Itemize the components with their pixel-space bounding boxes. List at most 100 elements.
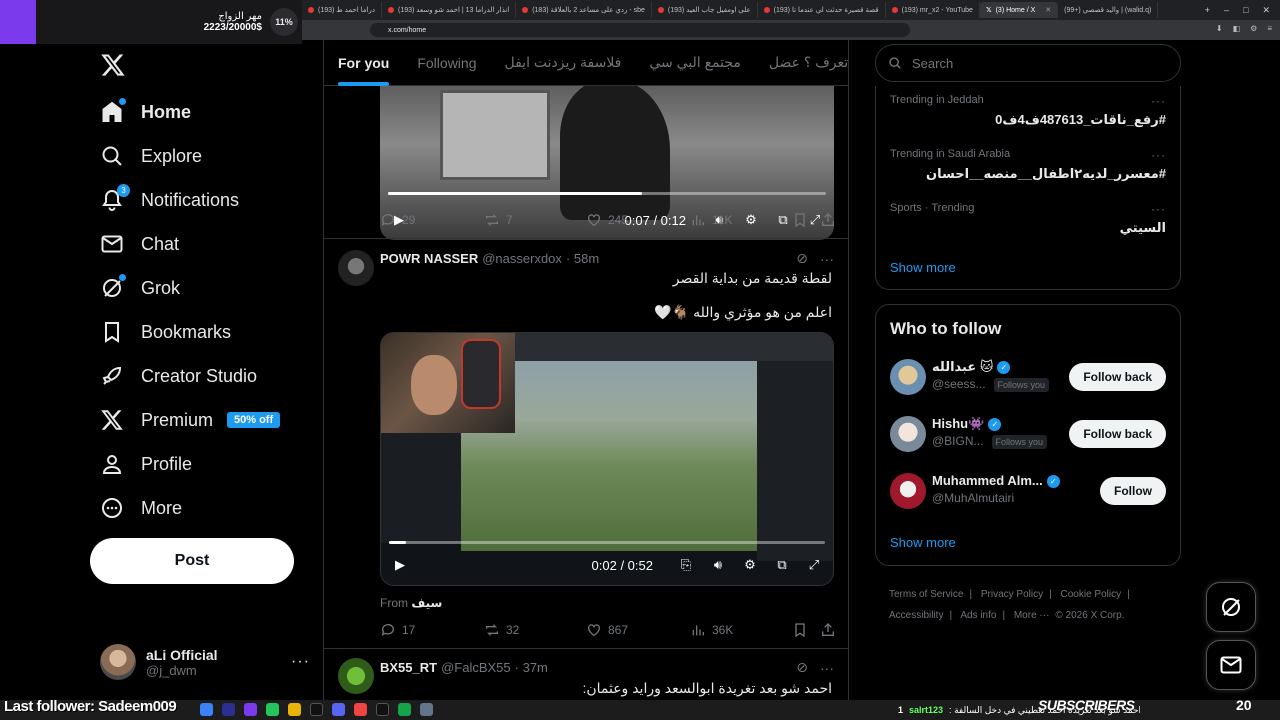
x-logo-icon[interactable] xyxy=(100,52,126,78)
reply-button[interactable]: 29 xyxy=(380,212,484,228)
browser-tab[interactable]: (193) دراما احمد ط xyxy=(302,2,382,18)
reply-button[interactable]: 17 xyxy=(380,622,484,638)
nav-profile[interactable]: Profile xyxy=(100,444,192,484)
new-tab-icon[interactable]: + xyxy=(1205,5,1210,16)
app-icon[interactable] xyxy=(244,703,257,716)
grok-icon[interactable]: ⊘ xyxy=(796,250,808,267)
browser-tab[interactable]: (193) قصة قصيرة حدثت لي عندما تا xyxy=(758,2,886,18)
more-dots-icon[interactable]: ··· xyxy=(1151,94,1166,108)
like-button[interactable]: 867 xyxy=(586,622,690,638)
close-window-icon[interactable]: ✕ xyxy=(1262,5,1270,16)
app-icon[interactable] xyxy=(398,703,411,716)
app-icon[interactable] xyxy=(420,703,433,716)
nav-grok[interactable]: Grok xyxy=(100,268,180,308)
settings-icon[interactable]: ⚙ xyxy=(1250,24,1257,33)
terminal-icon[interactable] xyxy=(376,703,389,716)
video-progress-bar[interactable] xyxy=(388,192,826,195)
maximize-icon[interactable]: □ xyxy=(1243,5,1248,16)
nav-chat[interactable]: Chat xyxy=(100,224,179,264)
discord-icon[interactable] xyxy=(332,703,345,716)
browser-tab[interactable]: (193) على اومفيل جاب العيد xyxy=(652,2,758,18)
browser-tab[interactable]: (193) انذار الدراما 13 | احمد شو وسعد xyxy=(382,2,517,18)
trend-item[interactable]: Trending in Saudi Arabia #معسرر_لديه٢اطف… xyxy=(890,148,1166,182)
author-name[interactable]: POWR NASSER xyxy=(380,251,478,266)
whatsapp-icon[interactable] xyxy=(266,703,279,716)
follow-suggestion[interactable]: عبدالله 🐱 ✓ @seess... Follows you Follow b… xyxy=(890,357,1166,397)
grok-fab-button[interactable] xyxy=(1206,582,1256,632)
trend-item[interactable]: Trending in Jeddah #رفع_ناقات_487613ف4ف0… xyxy=(890,94,1166,128)
chrome-icon[interactable] xyxy=(288,703,301,716)
tab-for-you[interactable]: For you xyxy=(324,40,403,86)
more-dots-icon[interactable]: ··· xyxy=(1151,148,1166,162)
share-button[interactable] xyxy=(820,212,836,228)
nav-creator-studio[interactable]: Creator Studio xyxy=(100,356,257,396)
volume-icon[interactable]: 🔊︎ xyxy=(709,556,727,574)
from-name[interactable]: سيف xyxy=(411,596,442,610)
tab-following[interactable]: Following xyxy=(403,40,490,86)
more-dots-icon[interactable]: ··· xyxy=(820,660,834,676)
follow-suggestion[interactable]: Hishu👾 ✓ @BIGN... Follows you Follow back xyxy=(890,414,1166,454)
video-player[interactable]: ▶ 0:02 / 0:52 ⎘ 🔊︎ ⚙ ⧉ ⤢ xyxy=(380,332,834,586)
nav-premium[interactable]: Premium 50% off xyxy=(100,400,281,440)
author-name[interactable]: BX55_RT xyxy=(380,660,437,675)
app-icon[interactable] xyxy=(310,703,323,716)
more-dots-icon[interactable]: ··· xyxy=(1151,202,1166,216)
views-button[interactable]: 36K xyxy=(690,622,792,638)
brave-icon[interactable] xyxy=(354,703,367,716)
avatar[interactable] xyxy=(338,658,374,694)
download-icon[interactable]: ⬇ xyxy=(1216,24,1223,33)
pip-icon[interactable]: ⧉ xyxy=(773,556,791,574)
browser-tab-active[interactable]: 𝕏 (3) Home / X ✕ xyxy=(979,2,1059,18)
minimize-icon[interactable]: – xyxy=(1224,5,1229,16)
premiere-icon[interactable] xyxy=(222,703,235,716)
nav-more[interactable]: More xyxy=(100,488,182,528)
footer-link[interactable]: Cookie Policy xyxy=(1061,589,1122,600)
repost-button[interactable]: 32 xyxy=(484,622,586,638)
settings-icon[interactable]: ⚙ xyxy=(741,556,759,574)
nav-notifications[interactable]: 3 Notifications xyxy=(100,180,239,220)
footer-link[interactable]: More ··· xyxy=(1014,610,1050,621)
browser-tab[interactable]: (99+) واليد قصصي | (walid.q) xyxy=(1058,2,1159,18)
play-icon[interactable]: ▶ xyxy=(391,556,409,574)
follow-button[interactable]: Follow xyxy=(1100,477,1166,505)
footer-link[interactable]: Privacy Policy xyxy=(981,589,1043,600)
nav-explore[interactable]: Explore xyxy=(100,136,202,176)
footer-link[interactable]: Terms of Service xyxy=(889,589,963,600)
bookmark-button[interactable] xyxy=(792,212,820,228)
views-button[interactable]: 11K xyxy=(690,212,792,228)
close-tab-icon[interactable]: ✕ xyxy=(1045,6,1051,14)
more-dots-icon[interactable]: ··· xyxy=(820,251,834,267)
tab-community[interactable]: هنا راح تعرف ؟ عضل xyxy=(755,40,848,86)
messages-fab-button[interactable] xyxy=(1206,640,1256,690)
tweet-time[interactable]: · 37m xyxy=(515,660,548,675)
browser-tab[interactable]: (193) mr_x2 - YouTube xyxy=(886,2,980,18)
account-switcher[interactable]: aLi Official @j_dwm ··· xyxy=(100,642,310,682)
grok-icon[interactable]: ⊘ xyxy=(796,659,808,676)
footer-link[interactable]: Accessibility xyxy=(889,610,943,621)
avatar[interactable] xyxy=(338,250,374,286)
more-dots-icon[interactable]: ··· xyxy=(291,653,310,671)
show-more-link[interactable]: Show more xyxy=(890,535,956,550)
footer-link[interactable]: Ads info xyxy=(960,610,996,621)
folder-icon[interactable] xyxy=(200,703,213,716)
show-more-link[interactable]: Show more xyxy=(890,260,956,275)
post-button[interactable]: Post xyxy=(90,538,294,584)
nav-home[interactable]: Home xyxy=(100,92,191,132)
repost-button[interactable]: 7 xyxy=(484,212,586,228)
menu-icon[interactable]: ≡ xyxy=(1267,24,1272,33)
bookmark-button[interactable] xyxy=(792,622,820,638)
video-progress-bar[interactable] xyxy=(389,541,825,544)
follow-back-button[interactable]: Follow back xyxy=(1069,363,1166,391)
browser-tab[interactable]: (183) ردي على مساعد 2 بالعلاقة - sbe xyxy=(516,2,652,18)
tab-community[interactable]: فلاسفة ريزدنت ايفل xyxy=(490,40,635,86)
share-button[interactable] xyxy=(820,622,836,638)
tab-community[interactable]: مجتمع البي سي xyxy=(635,40,755,86)
fullscreen-icon[interactable]: ⤢ xyxy=(805,556,823,574)
author-handle[interactable]: @FalcBX55 xyxy=(441,660,511,675)
like-button[interactable]: 245 xyxy=(586,212,690,228)
follow-suggestion[interactable]: Muhammed Alm... ✓ @MuhAlmutairi Follow xyxy=(890,471,1166,511)
follow-back-button[interactable]: Follow back xyxy=(1069,420,1166,448)
tweet-time[interactable]: · 58m xyxy=(566,251,599,266)
nav-bookmarks[interactable]: Bookmarks xyxy=(100,312,231,352)
url-field[interactable]: x.com/home xyxy=(370,23,910,37)
